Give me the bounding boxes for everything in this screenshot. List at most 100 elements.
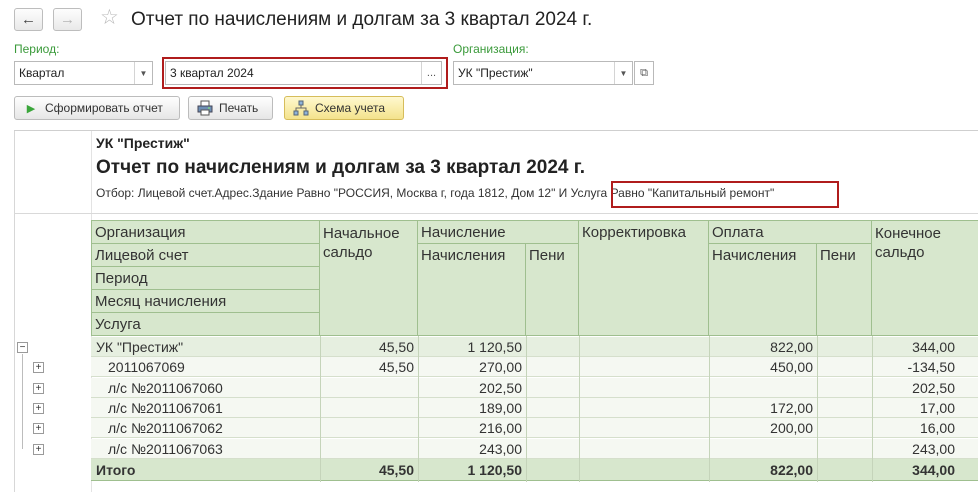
report-separator — [14, 213, 978, 214]
expand-toggle-icon[interactable]: + — [33, 383, 44, 394]
header-charge: Начисление — [418, 221, 579, 244]
header-opening-l2: сальдо — [323, 244, 373, 261]
row-closing: 16,00 — [919, 420, 955, 436]
header-payment-penalty: Пени — [817, 244, 872, 336]
row-opening: 45,50 — [378, 359, 414, 375]
row-pay: 200,00 — [770, 420, 813, 436]
scheme-button[interactable]: Схема учета — [284, 96, 404, 120]
row-charge: 189,00 — [479, 400, 522, 416]
row-closing: 202,50 — [912, 380, 955, 396]
header-account: Лицевой счет — [92, 244, 320, 267]
header-payment: Оплата — [709, 221, 872, 244]
generate-report-label: Сформировать отчет — [45, 101, 163, 115]
row-name: 2011067069 — [108, 359, 185, 375]
scheme-label: Схема учета — [315, 101, 386, 115]
filter-prefix: Отбор: Лицевой счет.Адрес.Здание Равно "… — [96, 186, 571, 200]
row-pay: 450,00 — [770, 359, 813, 375]
header-opening-l1: Начальное — [323, 225, 400, 242]
service-filter-highlight-box — [611, 181, 839, 208]
period-type-value: Квартал — [19, 66, 65, 80]
total-closing: 344,00 — [912, 462, 955, 478]
table-row[interactable]: л/с №2011067062 216,00 200,00 16,00 — [91, 418, 978, 438]
forward-button[interactable]: → — [53, 8, 82, 31]
expand-toggle-icon[interactable]: + — [33, 403, 44, 414]
table-row[interactable]: л/с №2011067060 202,50 202,50 — [91, 378, 978, 398]
header-organization: Организация — [92, 221, 320, 244]
row-charge: 1 120,50 — [467, 339, 523, 355]
col-sep — [526, 336, 527, 482]
header-month: Месяц начисления — [92, 290, 320, 313]
window-title: Отчет по начислениям и долгам за 3 кварт… — [131, 9, 593, 30]
organization-value: УК "Престиж" — [458, 66, 533, 80]
header-closing-l1: Конечное — [875, 225, 941, 242]
generate-report-button[interactable]: ▶ Сформировать отчет — [14, 96, 180, 120]
header-charge-penalty: Пени — [526, 244, 579, 336]
row-charge: 216,00 — [479, 420, 522, 436]
row-closing: -134,50 — [907, 359, 955, 375]
expand-toggle-icon[interactable]: + — [33, 423, 44, 434]
row-pay: 172,00 — [770, 400, 813, 416]
total-opening: 45,50 — [378, 462, 414, 478]
header-closing-balance: Конечное сальдо — [872, 221, 978, 336]
open-organization-button[interactable]: ⧉ — [634, 61, 654, 85]
play-icon: ▶ — [26, 102, 36, 115]
header-adjustment: Корректировка — [579, 221, 709, 336]
arrow-left-icon: ← — [21, 11, 36, 28]
total-label: Итого — [96, 462, 136, 478]
col-sep — [320, 336, 321, 482]
table-row[interactable]: 2011067069 45,50 270,00 450,00 -134,50 — [91, 357, 978, 377]
col-sep — [817, 336, 818, 482]
header-closing-l2: сальдо — [875, 244, 925, 261]
collapse-toggle-icon[interactable]: − — [17, 342, 28, 353]
col-sep — [579, 336, 580, 482]
header-service: Услуга — [92, 313, 320, 336]
row-name: л/с №2011067063 — [108, 441, 223, 457]
row-charge: 270,00 — [479, 359, 522, 375]
header-charge-sub: Начисления — [418, 244, 526, 336]
period-type-select[interactable]: Квартал ▼ — [14, 61, 153, 85]
col-sep — [418, 336, 419, 482]
period-label: Период: — [14, 42, 60, 56]
row-charge: 202,50 — [479, 380, 522, 396]
report-left-border — [14, 131, 15, 492]
header-period: Период — [92, 267, 320, 290]
row-name: л/с №2011067061 — [108, 400, 223, 416]
organization-label: Организация: — [453, 42, 529, 56]
tree-guide-line — [22, 354, 23, 449]
table-row[interactable]: л/с №2011067061 189,00 172,00 17,00 — [91, 398, 978, 418]
row-closing: 243,00 — [912, 441, 955, 457]
row-opening: 45,50 — [378, 339, 414, 355]
open-form-icon: ⧉ — [640, 66, 648, 79]
favorite-star-icon[interactable]: ☆ — [100, 6, 119, 30]
arrow-right-icon: → — [60, 11, 75, 28]
table-row[interactable]: УК "Престиж" 45,50 1 120,50 822,00 344,00 — [91, 337, 978, 357]
chevron-down-icon[interactable]: ▼ — [134, 62, 152, 84]
total-payment: 822,00 — [770, 462, 813, 478]
scheme-icon — [293, 100, 309, 116]
row-name: л/с №2011067062 — [108, 420, 223, 436]
organization-select[interactable]: УК "Престиж" ▼ — [453, 61, 633, 85]
print-label: Печать — [219, 101, 259, 115]
total-row: Итого 45,50 1 120,50 822,00 344,00 — [91, 459, 978, 481]
row-closing: 344,00 — [912, 339, 955, 355]
total-charge: 1 120,50 — [467, 462, 523, 478]
row-closing: 17,00 — [919, 400, 955, 416]
row-name: УК "Престиж" — [96, 339, 184, 355]
print-button[interactable]: Печать — [188, 96, 273, 120]
table-row[interactable]: л/с №2011067063 243,00 243,00 — [91, 439, 978, 459]
col-sep — [872, 336, 873, 482]
header-opening-balance: Начальное сальдо — [320, 221, 418, 336]
period-highlight-box — [162, 57, 448, 89]
report-title: Отчет по начислениям и долгам за 3 кварт… — [96, 157, 586, 178]
header-payment-sub: Начисления — [709, 244, 817, 336]
chevron-down-icon[interactable]: ▼ — [614, 62, 632, 84]
back-button[interactable]: ← — [14, 8, 43, 31]
expand-toggle-icon[interactable]: + — [33, 362, 44, 373]
report-top-border — [14, 130, 978, 131]
col-sep — [709, 336, 710, 482]
row-name: л/с №2011067060 — [108, 380, 223, 396]
expand-toggle-icon[interactable]: + — [33, 444, 44, 455]
printer-icon — [197, 100, 213, 116]
row-charge: 243,00 — [479, 441, 522, 457]
row-pay: 822,00 — [770, 339, 813, 355]
